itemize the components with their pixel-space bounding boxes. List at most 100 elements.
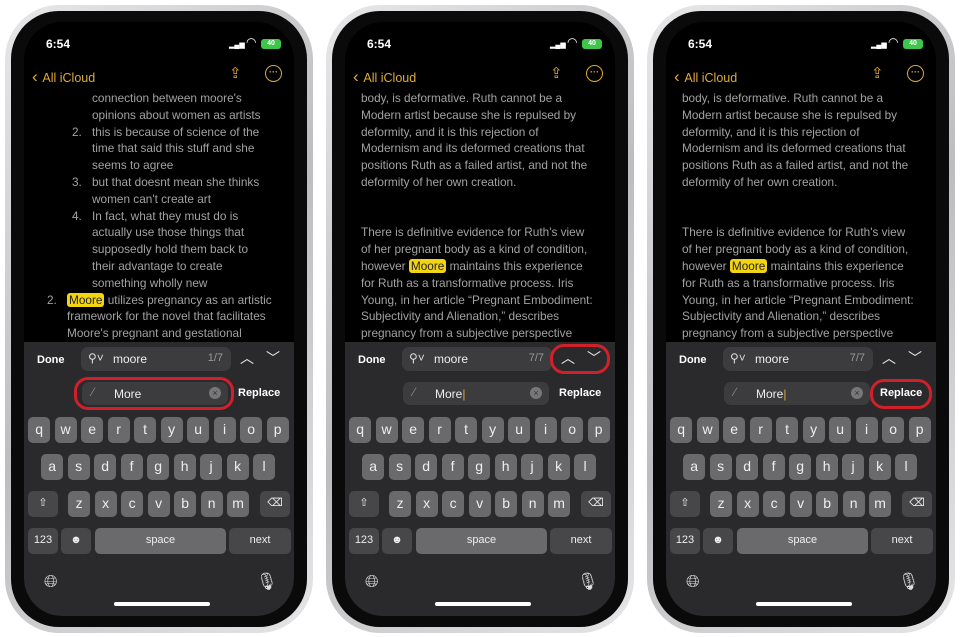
done-button[interactable]: Done xyxy=(679,354,707,366)
numbers-key[interactable]: 123 xyxy=(28,528,58,554)
key-f[interactable]: f xyxy=(762,454,785,480)
key-e[interactable]: e xyxy=(402,417,425,443)
previous-match-button[interactable]: ︿ xyxy=(878,348,900,368)
replace-button[interactable]: Replace xyxy=(238,387,280,399)
replace-button[interactable]: Replace xyxy=(559,387,601,399)
key-b[interactable]: b xyxy=(816,491,839,517)
key-t[interactable]: t xyxy=(134,417,157,443)
replace-field[interactable]: ⁄ More| × xyxy=(724,382,870,405)
key-z[interactable]: z xyxy=(68,491,91,517)
key-j[interactable]: j xyxy=(842,454,865,480)
key-q[interactable]: q xyxy=(670,417,693,443)
key-e[interactable]: e xyxy=(723,417,746,443)
key-c[interactable]: c xyxy=(442,491,465,517)
key-z[interactable]: z xyxy=(389,491,412,517)
key-r[interactable]: r xyxy=(749,417,772,443)
key-g[interactable]: g xyxy=(147,454,170,480)
key-o[interactable]: o xyxy=(882,417,905,443)
share-icon[interactable]: ⇪ xyxy=(550,64,563,82)
key-r[interactable]: r xyxy=(428,417,451,443)
key-d[interactable]: d xyxy=(94,454,117,480)
key-y[interactable]: y xyxy=(160,417,183,443)
key-i[interactable]: i xyxy=(213,417,236,443)
clear-icon[interactable]: × xyxy=(851,387,863,399)
next-key[interactable]: next xyxy=(229,528,291,554)
key-r[interactable]: r xyxy=(107,417,130,443)
key-q[interactable]: q xyxy=(28,417,51,443)
key-q[interactable]: q xyxy=(349,417,372,443)
key-h[interactable]: h xyxy=(173,454,196,480)
delete-key[interactable]: ⌫ xyxy=(902,491,932,517)
home-indicator[interactable] xyxy=(114,602,210,606)
done-button[interactable]: Done xyxy=(358,354,386,366)
key-t[interactable]: t xyxy=(776,417,799,443)
shift-key[interactable]: ⇧ xyxy=(349,491,379,517)
shift-key[interactable]: ⇧ xyxy=(670,491,700,517)
replace-field[interactable]: ⁄ More| × xyxy=(403,382,549,405)
numbers-key[interactable]: 123 xyxy=(349,528,379,554)
emoji-key[interactable]: ☻ xyxy=(382,528,412,554)
key-e[interactable]: e xyxy=(81,417,104,443)
home-indicator[interactable] xyxy=(435,602,531,606)
key-p[interactable]: p xyxy=(908,417,931,443)
key-x[interactable]: x xyxy=(736,491,759,517)
next-key[interactable]: next xyxy=(871,528,933,554)
delete-key[interactable]: ⌫ xyxy=(581,491,611,517)
next-match-button[interactable]: ﹀ xyxy=(904,348,926,368)
ellipsis-circle-icon[interactable]: ··· xyxy=(586,65,603,82)
key-j[interactable]: j xyxy=(521,454,544,480)
key-m[interactable]: m xyxy=(548,491,571,517)
back-button[interactable]: ‹ All iCloud xyxy=(32,67,95,87)
space-key[interactable]: space xyxy=(737,528,868,554)
key-f[interactable]: f xyxy=(441,454,464,480)
search-field[interactable]: ⚲˅ moore 7/7 xyxy=(723,347,873,371)
key-l[interactable]: l xyxy=(895,454,918,480)
key-l[interactable]: l xyxy=(253,454,276,480)
key-z[interactable]: z xyxy=(710,491,733,517)
home-indicator[interactable] xyxy=(756,602,852,606)
emoji-key[interactable]: ☻ xyxy=(703,528,733,554)
key-d[interactable]: d xyxy=(415,454,438,480)
key-c[interactable]: c xyxy=(121,491,144,517)
key-b[interactable]: b xyxy=(174,491,197,517)
clear-icon[interactable]: × xyxy=(530,387,542,399)
space-key[interactable]: space xyxy=(95,528,226,554)
key-g[interactable]: g xyxy=(468,454,491,480)
key-d[interactable]: d xyxy=(736,454,759,480)
key-h[interactable]: h xyxy=(494,454,517,480)
key-x[interactable]: x xyxy=(94,491,117,517)
delete-key[interactable]: ⌫ xyxy=(260,491,290,517)
key-m[interactable]: m xyxy=(227,491,250,517)
next-key[interactable]: next xyxy=(550,528,612,554)
key-k[interactable]: k xyxy=(547,454,570,480)
key-u[interactable]: u xyxy=(508,417,531,443)
share-icon[interactable]: ⇪ xyxy=(871,64,884,82)
key-o[interactable]: o xyxy=(240,417,263,443)
key-i[interactable]: i xyxy=(534,417,557,443)
share-icon[interactable]: ⇪ xyxy=(229,64,242,82)
key-w[interactable]: w xyxy=(696,417,719,443)
microphone-icon[interactable]: 🎙︎ xyxy=(898,572,920,592)
key-t[interactable]: t xyxy=(455,417,478,443)
done-button[interactable]: Done xyxy=(37,354,65,366)
next-match-button[interactable]: ﹀ xyxy=(262,348,284,368)
key-f[interactable]: f xyxy=(120,454,143,480)
key-p[interactable]: p xyxy=(587,417,610,443)
key-a[interactable]: a xyxy=(41,454,64,480)
key-x[interactable]: x xyxy=(415,491,438,517)
key-y[interactable]: y xyxy=(802,417,825,443)
key-a[interactable]: a xyxy=(362,454,385,480)
back-button[interactable]: ‹ All iCloud xyxy=(674,67,737,87)
previous-match-button[interactable]: ︿ xyxy=(236,348,258,368)
key-k[interactable]: k xyxy=(226,454,249,480)
key-u[interactable]: u xyxy=(829,417,852,443)
ellipsis-circle-icon[interactable]: ··· xyxy=(907,65,924,82)
space-key[interactable]: space xyxy=(416,528,547,554)
key-g[interactable]: g xyxy=(789,454,812,480)
key-v[interactable]: v xyxy=(468,491,491,517)
shift-key[interactable]: ⇧ xyxy=(28,491,58,517)
key-v[interactable]: v xyxy=(147,491,170,517)
search-field[interactable]: ⚲˅ moore 7/7 xyxy=(402,347,552,371)
ellipsis-circle-icon[interactable]: ··· xyxy=(265,65,282,82)
key-l[interactable]: l xyxy=(574,454,597,480)
